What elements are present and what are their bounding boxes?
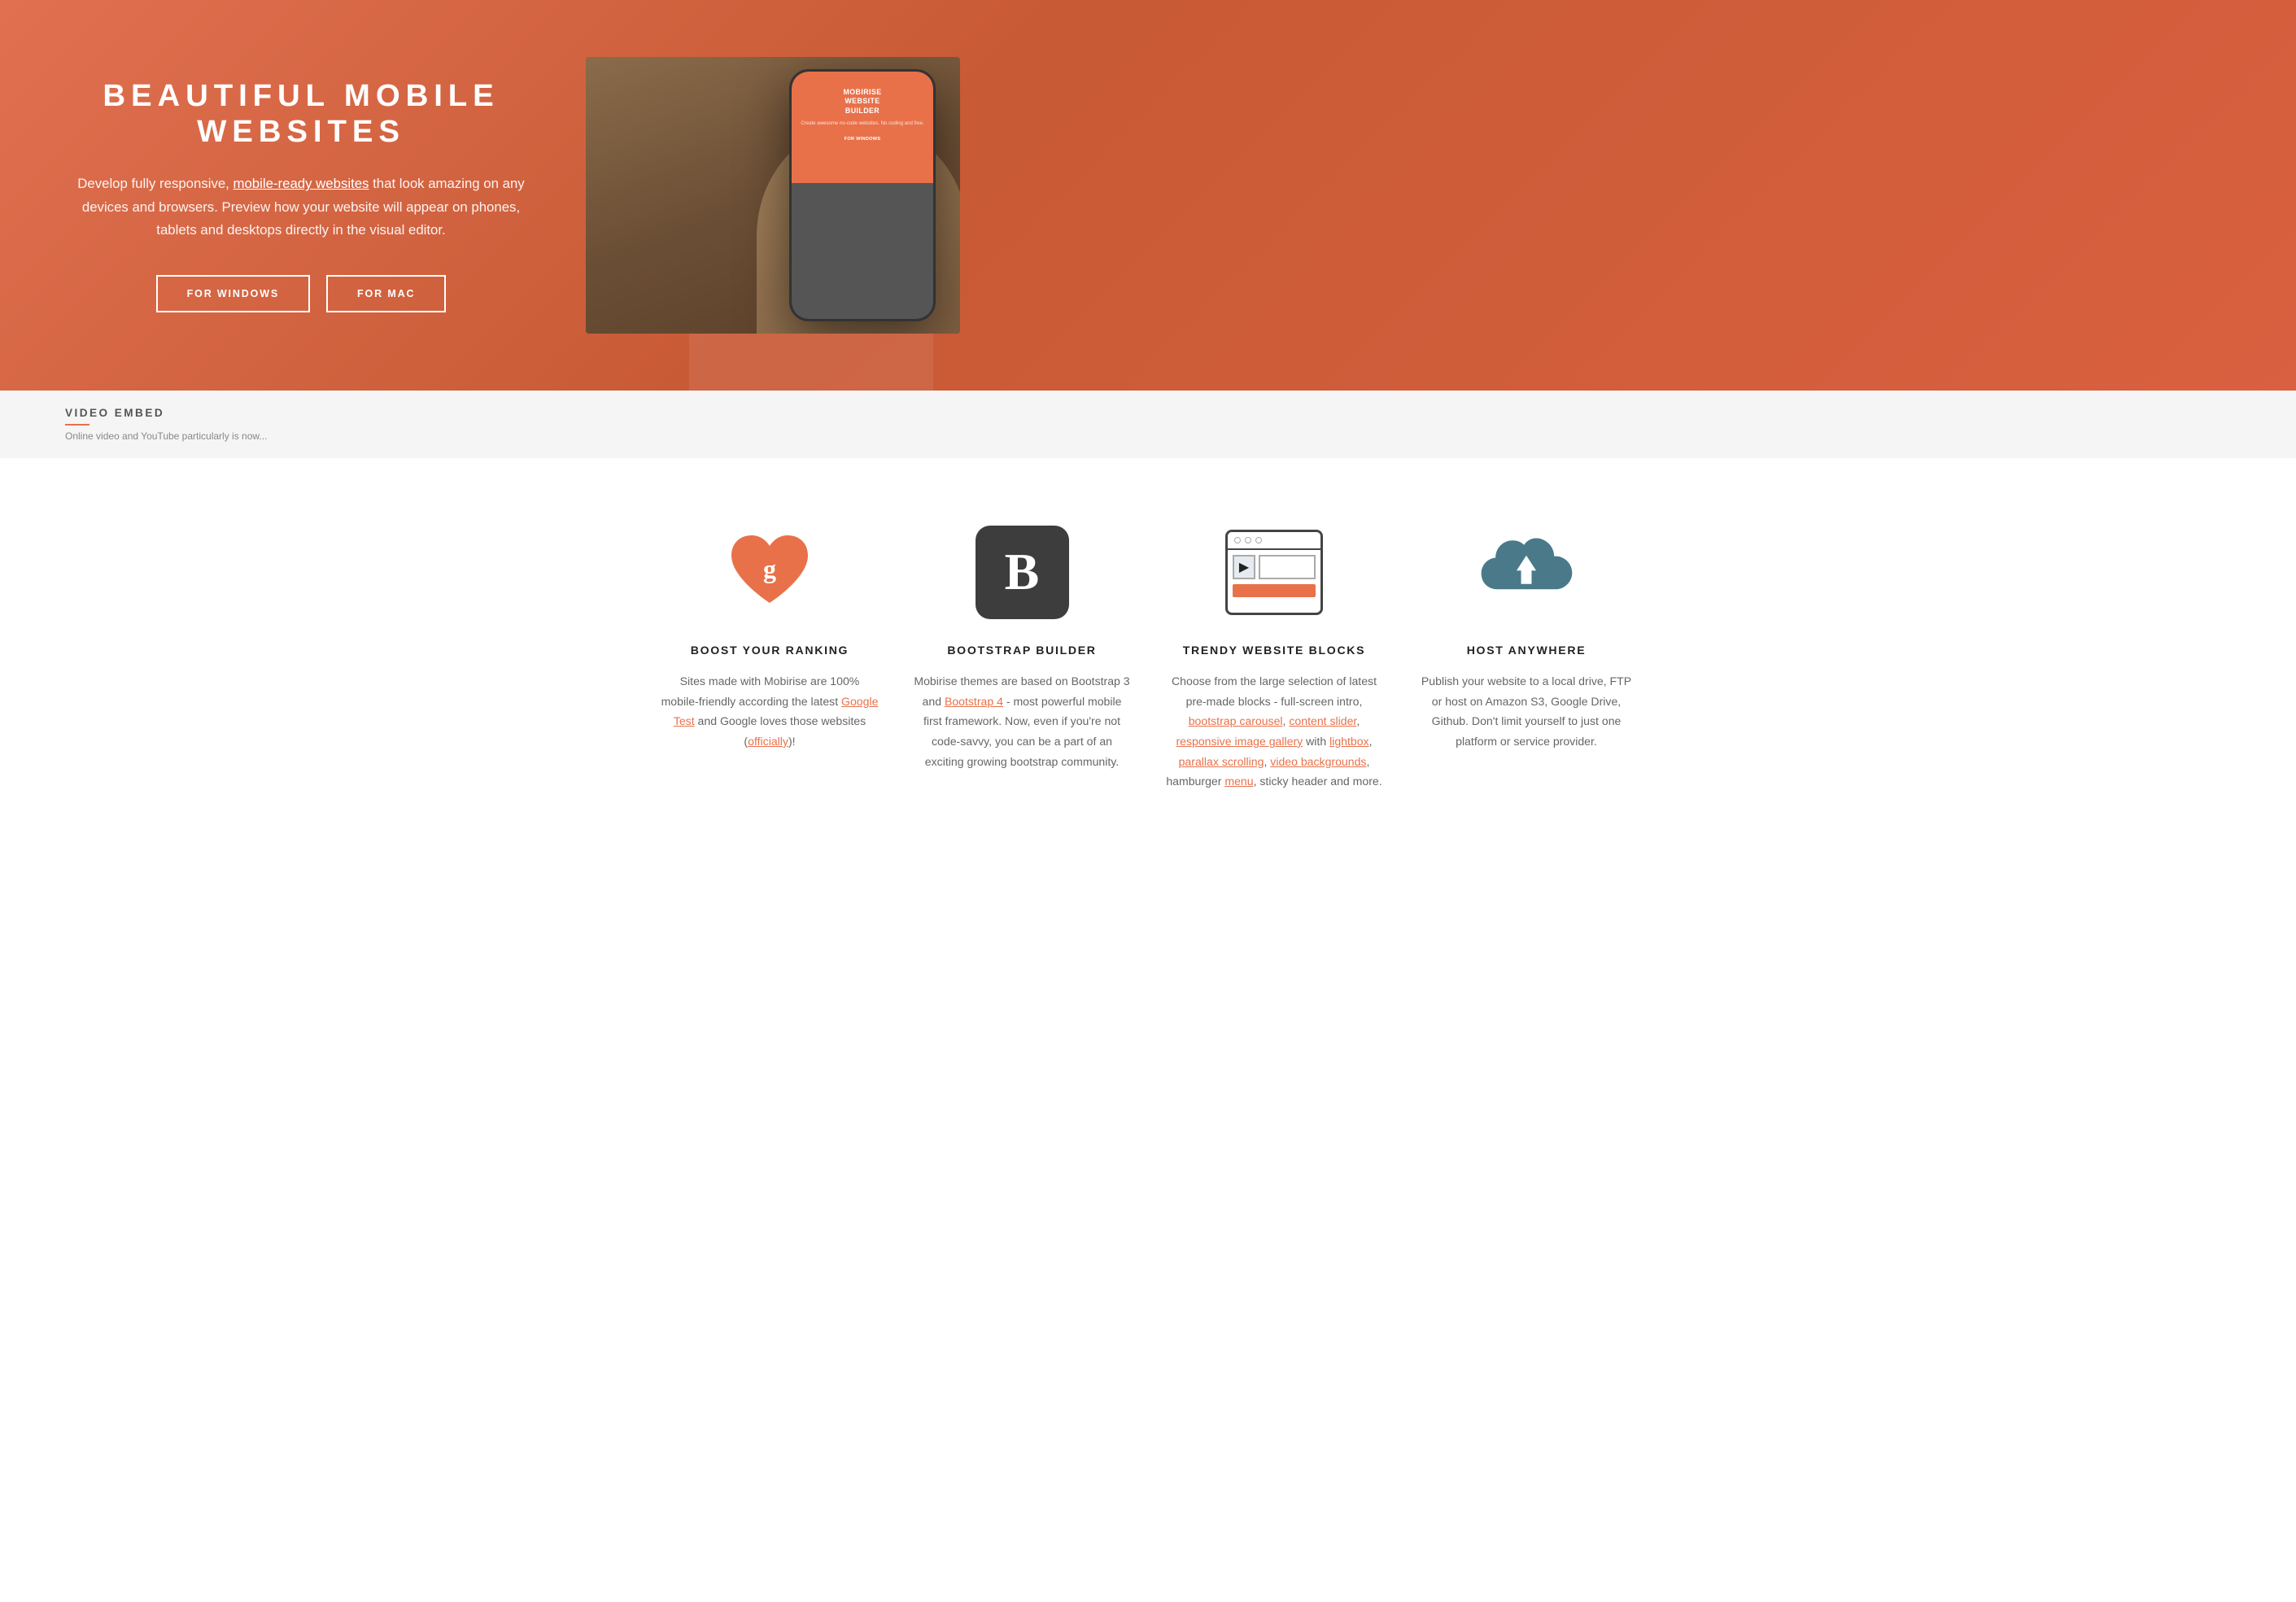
host-icon-container [1478,523,1575,621]
menu-link[interactable]: menu [1224,775,1253,788]
feature-bootstrap-title: BOOTSTRAP BUILDER [947,644,1096,657]
browser-dot-3 [1255,537,1262,543]
phone-screen: MOBIRISEWEBSITEBUILDER Create awesome no… [792,72,933,319]
video-embed-text: Online video and YouTube particularly is… [65,430,2231,442]
google-test-link[interactable]: Google Test [674,695,879,728]
phone-screen-sub: Create awesome no-code websites. No codi… [801,120,923,128]
video-bg-link[interactable]: video backgrounds [1270,755,1366,768]
browser-block-content [1259,555,1316,579]
mac-button[interactable]: FOR MAC [326,275,446,312]
video-embed-title: VIDEO EMBED [65,407,2231,419]
hero-desc-link[interactable]: mobile-ready websites [234,176,369,191]
browser-block-cursor: ▶ [1233,555,1255,579]
feature-trendy: ▶ TRENDY WEBSITE BLOCKS Choose from the … [1164,523,1384,792]
svg-text:g: g [763,554,776,583]
feature-trendy-desc: Choose from the large selection of lates… [1164,671,1384,792]
hero-image: MOBIRISEWEBSITEBUILDER Create awesome no… [586,57,960,334]
bootstrap4-link[interactable]: Bootstrap 4 [945,695,1003,708]
browser-dot-1 [1234,537,1241,543]
browser-icon: ▶ [1225,530,1323,615]
feature-boost-title: BOOST YOUR RANKING [691,644,849,657]
feature-boost: g BOOST YOUR RANKING Sites made with Mob… [660,523,880,792]
video-embed-divider [65,424,89,426]
heart-icon: g [725,531,814,613]
trendy-icon-container: ▶ [1225,523,1323,621]
parallax-link[interactable]: parallax scrolling [1179,755,1264,768]
feature-trendy-title: TRENDY WEBSITE BLOCKS [1183,644,1366,657]
hero-title: BEAUTIFUL MOBILE WEBSITES [65,78,537,150]
browser-bar [1228,532,1320,550]
officially-link[interactable]: officially [748,735,788,748]
browser-block-bottom [1233,584,1316,597]
browser-dot-2 [1245,537,1251,543]
cloud-icon [1478,530,1575,615]
hero-text-block: BEAUTIFUL MOBILE WEBSITES Develop fully … [65,78,537,312]
features-section: g BOOST YOUR RANKING Sites made with Mob… [0,458,2296,857]
windows-button[interactable]: FOR WINDOWS [156,275,310,312]
hero-desc-text-before: Develop fully responsive, [77,176,233,191]
bootstrap-icon: B [976,526,1069,619]
content-slider-link[interactable]: content slider [1289,714,1356,727]
bootstrap-icon-container: B [973,523,1071,621]
feature-bootstrap-desc: Mobirise themes are based on Bootstrap 3… [912,671,1132,771]
feature-host: HOST ANYWHERE Publish your website to a … [1416,523,1636,792]
phone-download-btn: FOR WINDOWS [838,134,888,144]
hero-content: BEAUTIFUL MOBILE WEBSITES Develop fully … [0,8,2296,382]
lightbox-link[interactable]: lightbox [1329,735,1369,748]
feature-host-title: HOST ANYWHERE [1467,644,1587,657]
bootstrap-carousel-link[interactable]: bootstrap carousel [1189,714,1283,727]
phone-screen-title: MOBIRISEWEBSITEBUILDER [843,88,881,116]
browser-row: ▶ [1233,555,1316,579]
hero-buttons: FOR WINDOWS FOR MAC [65,275,537,312]
hero-description: Develop fully responsive, mobile-ready w… [65,172,537,242]
cursor-icon: ▶ [1239,559,1249,575]
video-embed-banner: VIDEO EMBED Online video and YouTube par… [0,391,2296,458]
features-grid: g BOOST YOUR RANKING Sites made with Mob… [660,523,1636,792]
feature-bootstrap: B BOOTSTRAP BUILDER Mobirise themes are … [912,523,1132,792]
feature-host-desc: Publish your website to a local drive, F… [1416,671,1636,752]
feature-boost-desc: Sites made with Mobirise are 100% mobile… [660,671,880,752]
responsive-gallery-link[interactable]: responsive image gallery [1176,735,1303,748]
browser-body: ▶ [1228,550,1320,602]
hero-section: BEAUTIFUL MOBILE WEBSITES Develop fully … [0,0,2296,391]
boost-icon-container: g [721,523,818,621]
phone-mockup: MOBIRISEWEBSITEBUILDER Create awesome no… [789,69,936,321]
